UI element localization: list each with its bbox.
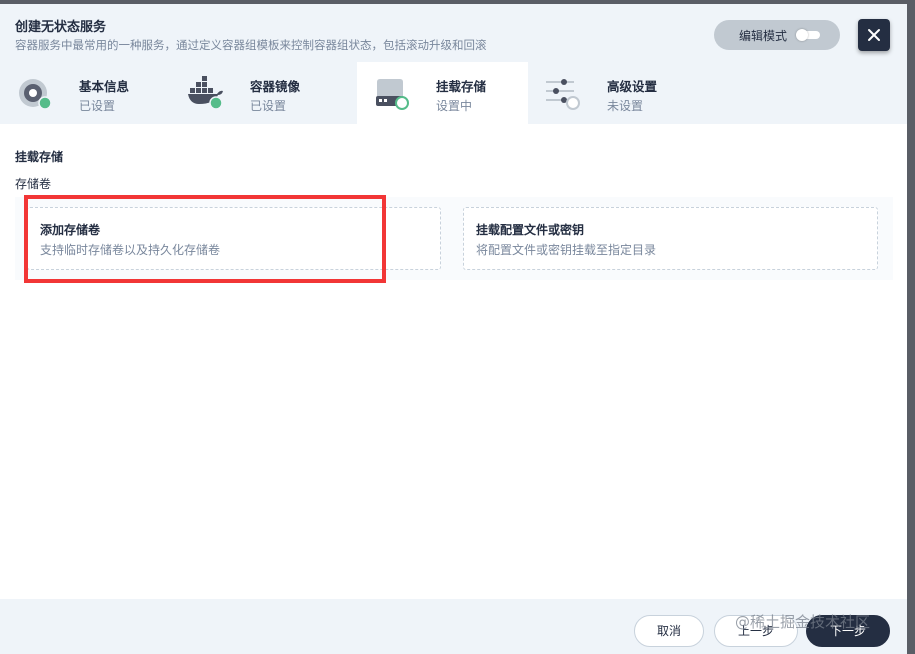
tab-label: 基本信息 xyxy=(79,79,130,94)
toggle-knob xyxy=(796,29,808,41)
disk-icon xyxy=(19,79,52,110)
tab-status: 已设置 xyxy=(250,99,287,113)
tab-status: 设置中 xyxy=(436,99,473,113)
next-step-button[interactable]: 下一步 xyxy=(806,615,890,647)
hard-drive-icon xyxy=(376,79,409,110)
tab-mount-storage[interactable]: 挂载存储 设置中 xyxy=(357,62,528,124)
tab-status: 未设置 xyxy=(607,99,644,113)
sliders-icon xyxy=(546,79,580,110)
tab-advanced-settings[interactable]: 高级设置 未设置 xyxy=(528,62,699,124)
tab-basic-info[interactable]: 基本信息 已设置 xyxy=(0,62,171,124)
add-volume-card[interactable]: 添加存储卷 支持临时存储卷以及持久化存储卷 xyxy=(27,207,441,270)
dialog-subtitle: 容器服务中最常用的一种服务，通过定义容器组模板来控制容器组状态，包括滚动升级和回… xyxy=(15,38,487,52)
card-title: 挂载配置文件或密钥 xyxy=(476,223,585,237)
dialog-footer: 取消 上一步 下一步 xyxy=(0,599,907,654)
previous-step-button[interactable]: 上一步 xyxy=(714,615,798,647)
close-icon xyxy=(868,29,880,41)
volumes-label: 存储卷 xyxy=(15,177,52,191)
card-description: 支持临时存储卷以及持久化存储卷 xyxy=(40,243,221,257)
background-edge xyxy=(907,0,915,654)
volume-options: 添加存储卷 支持临时存储卷以及持久化存储卷 挂载配置文件或密钥 将配置文件或密钥… xyxy=(15,197,893,280)
edit-mode-label: 编辑模式 xyxy=(739,29,788,43)
card-description: 将配置文件或密钥挂载至指定目录 xyxy=(476,243,657,257)
tab-label: 挂载存储 xyxy=(436,79,487,94)
cancel-button[interactable]: 取消 xyxy=(634,615,704,647)
tab-label: 高级设置 xyxy=(607,79,658,94)
edit-mode-toggle[interactable]: 编辑模式 xyxy=(714,20,840,50)
tab-status: 已设置 xyxy=(79,99,116,113)
main-content: 挂载存储 存储卷 添加存储卷 支持临时存储卷以及持久化存储卷 挂载配置文件或密钥… xyxy=(0,124,907,599)
tab-container-image[interactable]: 容器镜像 已设置 xyxy=(171,62,342,124)
card-title: 添加存储卷 xyxy=(40,223,101,237)
step-tabs: 基本信息 已设置 容器镜像 已设置 挂载存储 设置中 高级设置 未设置 xyxy=(0,62,907,124)
tab-label: 容器镜像 xyxy=(250,79,301,94)
dialog-header: 创建无状态服务 容器服务中最常用的一种服务，通过定义容器组模板来控制容器组状态，… xyxy=(0,4,907,62)
mount-config-secret-card[interactable]: 挂载配置文件或密钥 将配置文件或密钥挂载至指定目录 xyxy=(463,207,878,270)
dialog-title: 创建无状态服务 xyxy=(15,20,107,35)
toggle-switch[interactable] xyxy=(796,29,820,41)
section-title: 挂载存储 xyxy=(15,150,64,164)
create-service-dialog: 创建无状态服务 容器服务中最常用的一种服务，通过定义容器组模板来控制容器组状态，… xyxy=(0,4,907,654)
close-button[interactable] xyxy=(858,19,890,51)
docker-icon xyxy=(188,76,223,110)
